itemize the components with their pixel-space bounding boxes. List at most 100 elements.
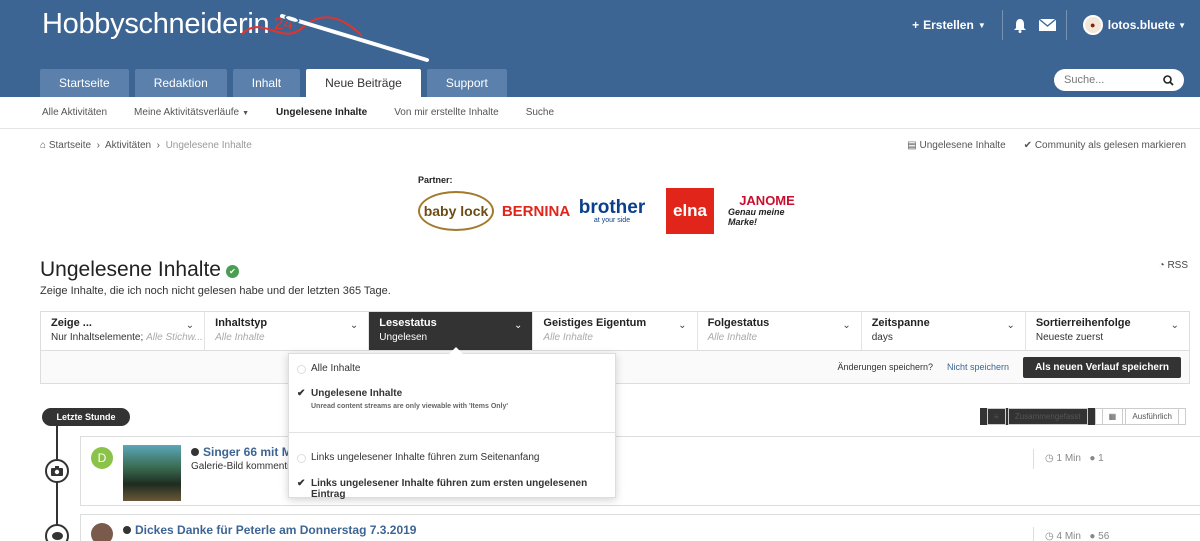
clock-icon: ◷	[1045, 531, 1054, 541]
babylock-logo[interactable]: baby lock	[418, 191, 494, 231]
chevron-down-icon: ⌄	[514, 320, 523, 331]
bernina-logo[interactable]: BERNINA	[498, 188, 574, 234]
user-bar: + Erstellen ▼ ● lotos.bluete ▼	[912, 10, 1186, 40]
filter-lesestatus[interactable]: Lesestatus Ungelesen ⌄	[369, 312, 534, 350]
tab-support[interactable]: Support	[426, 69, 507, 97]
subnav-item-erstellte-inhalte[interactable]: Von mir erstellte Inhalte	[394, 107, 499, 118]
chevron-down-icon: ⌄	[349, 320, 359, 331]
filter-title: Lesestatus	[379, 317, 437, 329]
divider	[1033, 449, 1034, 469]
filter-value: Alle Inhalte	[215, 332, 358, 343]
create-label: Erstellen	[923, 18, 974, 32]
filter-hint: Alle Stichw...	[146, 332, 203, 343]
filter-zeitspanne[interactable]: Zeitspanne days ⌄	[862, 312, 1026, 350]
mark-read-link[interactable]: ✔ Community als gelesen markieren	[1024, 140, 1186, 151]
filter-geistiges-eigentum[interactable]: Geistiges Eigentum Alle Inhalte ⌄	[533, 312, 698, 350]
janome-tagline: Genau meine Marke!	[728, 207, 785, 228]
stream-item-title[interactable]: Singer 66 mit Mo	[191, 445, 299, 459]
filter-inhaltstyp[interactable]: Inhaltstyp Alle Inhalte ⌄	[205, 312, 370, 350]
subnav-item-alle-aktivitaeten[interactable]: Alle Aktivitäten	[42, 107, 107, 118]
breadcrumb-current: Ungelesene Inhalte	[165, 140, 252, 151]
reply-count: 56	[1098, 531, 1110, 541]
read-status-dropdown: Alle Inhalte ✔ Ungelesene Inhalte Unread…	[288, 347, 616, 500]
filter-value: Nur Inhaltselemente; Alle Stichw...	[51, 332, 203, 343]
search-icon[interactable]	[1163, 74, 1174, 86]
camera-icon	[45, 459, 69, 483]
filter-title: Inhaltstyp	[215, 317, 268, 329]
view-condensed-button[interactable]: ≡ Zusammengefasst	[979, 408, 1095, 425]
dropdown-option-alle-inhalte[interactable]: Alle Inhalte	[289, 363, 615, 374]
rss-link[interactable]: ◔ RSS	[1159, 260, 1188, 271]
dropdown-option-link-erster-ungelesener[interactable]: ✔ Links ungelesener Inhalte führen zum e…	[289, 478, 615, 500]
username: lotos.bluete	[1107, 18, 1176, 32]
avatar[interactable]	[91, 523, 113, 541]
stream-item-meta: ◷ 1 Min ● 1	[1045, 453, 1104, 464]
filter-zeige[interactable]: Zeige ... Nur Inhaltselemente; Alle Stic…	[41, 312, 206, 350]
filter-title: Zeitspanne	[871, 317, 930, 329]
filter-title: Geistiges Eigentum	[543, 317, 647, 329]
save-changes-question: Änderungen speichern?	[837, 362, 934, 372]
stream-title-text: Singer 66 mit Mo	[203, 445, 300, 459]
breadcrumb: ⌂ Startseite › Aktivitäten › Ungelesene …	[40, 140, 252, 151]
partner-logos: baby lock BERNINA brother at your side el…	[418, 188, 806, 234]
dropdown-option-link-seitenanfang[interactable]: Links ungelesener Inhalte führen zum Sei…	[289, 452, 615, 463]
avatar[interactable]: D	[91, 447, 113, 469]
brother-logo[interactable]: brother at your side	[574, 188, 650, 234]
check-icon: ✔	[1023, 140, 1033, 151]
filter-hint: Alle Inhalte	[543, 332, 593, 343]
stream-item-subtitle: Galerie-Bild kommenti	[191, 461, 290, 472]
filter-folgestatus[interactable]: Folgestatus Alle Inhalte ⌄	[698, 312, 862, 350]
view-expanded-button[interactable]: ▦ Ausführlich	[1094, 408, 1186, 425]
create-button[interactable]: + Erstellen ▼	[912, 18, 1002, 32]
subnav-item-ungelesene-inhalte[interactable]: Ungelesene Inhalte	[276, 107, 367, 118]
gallery-thumbnail[interactable]	[123, 445, 181, 501]
breadcrumb-separator: ›	[153, 140, 163, 151]
filter-value: Alle Inhalte	[708, 332, 851, 343]
notifications-bell-icon[interactable]	[1003, 18, 1037, 33]
divider	[1033, 527, 1034, 541]
save-new-stream-button[interactable]: Als neuen Verlauf speichern	[1023, 356, 1181, 378]
filter-sortierreihenfolge[interactable]: Sortierreihenfolge Neueste zuerst ⌄	[1026, 312, 1189, 350]
stream-item: Dickes Danke für Peterle am Donnerstag 7…	[80, 514, 1200, 541]
time-period-badge: Letzte Stunde	[42, 408, 130, 426]
option-label: Alle Inhalte	[311, 363, 361, 374]
subnav-item-suche[interactable]: Suche	[526, 107, 554, 118]
search-input[interactable]: Suche...	[1054, 69, 1184, 91]
page-title-text: Ungelesene Inhalte	[40, 258, 221, 281]
search-placeholder: Suche...	[1064, 74, 1105, 86]
filter-hint: Alle Inhalte	[707, 332, 758, 343]
filter-value: days	[871, 332, 893, 343]
time-ago: 1 Min	[1056, 453, 1081, 464]
subnav-item-aktivitaetsverlaeufe[interactable]: Meine Aktivitätsverläufe ▼	[134, 107, 249, 118]
messages-envelope-icon[interactable]	[1037, 19, 1066, 31]
caret-down-icon: ▼	[242, 110, 250, 117]
filter-title: Zeige ...	[51, 317, 92, 329]
unread-content-link[interactable]: ▤ Ungelesene Inhalte	[907, 140, 1005, 151]
list-icon: ≡	[986, 408, 1006, 425]
brother-wordmark: brother	[578, 197, 646, 218]
chevron-down-icon: ⌄	[1006, 320, 1015, 331]
tab-inhalt[interactable]: Inhalt	[232, 69, 301, 97]
tab-startseite[interactable]: Startseite	[40, 69, 129, 97]
stream-item-title[interactable]: Dickes Danke für Peterle am Donnerstag 7…	[123, 523, 416, 537]
chevron-down-icon: ⌄	[185, 320, 195, 331]
user-menu[interactable]: ● lotos.bluete ▼	[1067, 15, 1186, 35]
elna-logo[interactable]: elna	[666, 188, 714, 234]
janome-wordmark: JANOME	[739, 192, 795, 208]
dropdown-option-ungelesene-inhalte[interactable]: ✔ Ungelesene Inhalte Unread content stre…	[289, 388, 615, 410]
brother-tagline: at your side	[593, 217, 631, 224]
comment-count-icon: ●	[1089, 531, 1096, 541]
filter-title: Sortierreihenfolge	[1035, 317, 1131, 329]
breadcrumb-home[interactable]: Startseite	[49, 140, 91, 151]
inbox-icon: ▤	[907, 140, 917, 151]
radio-empty-icon	[297, 454, 306, 463]
main-nav-tabs: Startseite Redaktion Inhalt Neue Beiträg…	[40, 69, 507, 97]
caret-down-icon: ▼	[1178, 20, 1186, 30]
janome-logo[interactable]: JANOME Genau meine Marke!	[728, 188, 806, 234]
breadcrumb-aktivitaeten[interactable]: Aktivitäten	[105, 140, 151, 151]
tab-redaktion[interactable]: Redaktion	[134, 69, 227, 97]
unread-content-label: Ungelesene Inhalte	[919, 140, 1006, 151]
dont-save-link[interactable]: Nicht speichern	[947, 362, 1009, 372]
time-ago: 4 Min	[1056, 531, 1081, 541]
tab-neue-beitraege[interactable]: Neue Beiträge	[306, 69, 421, 97]
